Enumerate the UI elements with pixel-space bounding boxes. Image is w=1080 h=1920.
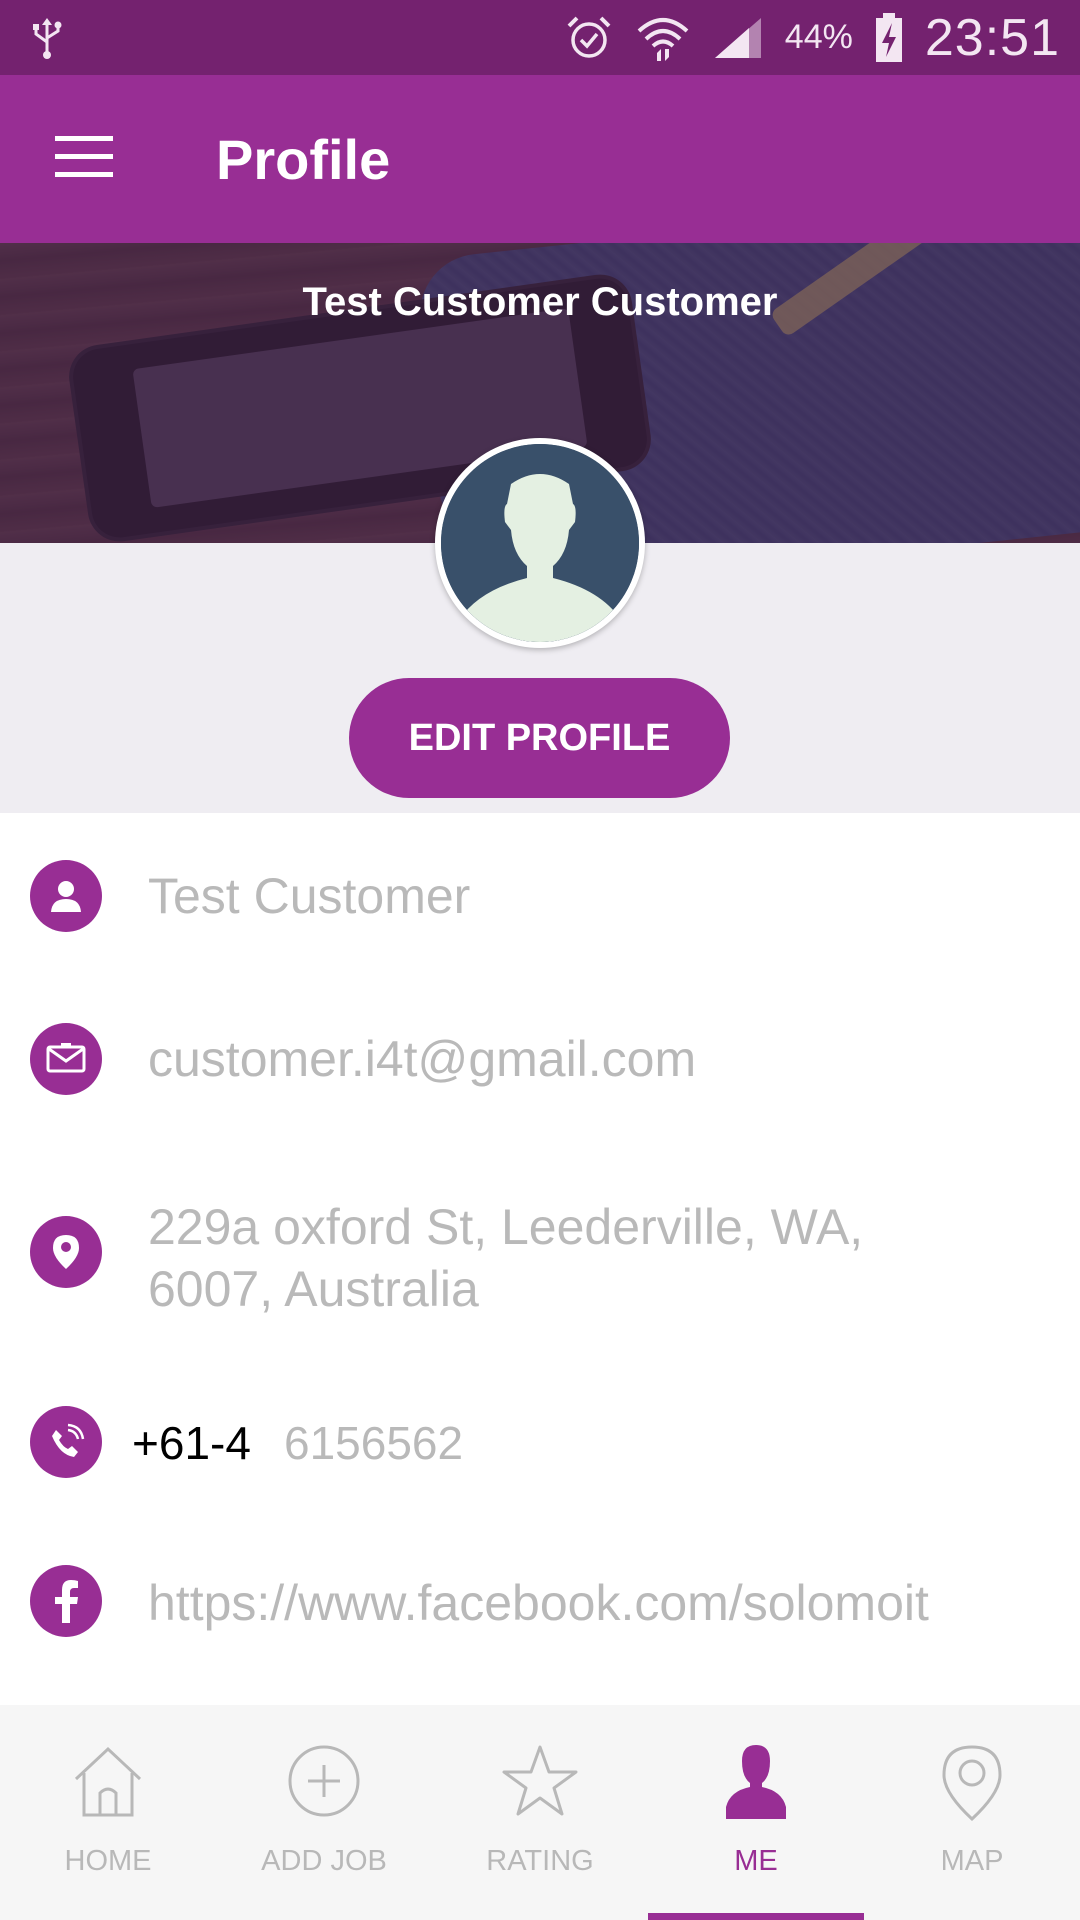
battery-percent: 44% [784,18,853,56]
info-row-name: Test Customer [0,858,1080,934]
info-row-facebook: https://www.facebook.com/solomoit [0,1565,1080,1641]
profile-display-name: Test Customer Customer [302,280,778,324]
status-time: 23:51 [924,8,1060,67]
nav-label-home: HOME [64,1845,152,1877]
location-pin-icon [30,1216,102,1288]
nav-item-home[interactable]: HOME [0,1705,216,1920]
nav-item-add-job[interactable]: ADD JOB [216,1705,432,1920]
phone-field: 6156562 [284,1417,464,1469]
nav-label-map: MAP [940,1845,1004,1877]
edit-profile-button[interactable]: EDIT PROFILE [349,678,730,798]
nav-label-me: ME [734,1845,778,1877]
facebook-field: https://www.facebook.com/solomoit [148,1575,929,1631]
facebook-icon [30,1565,102,1637]
status-bar: 44% 23:51 [0,0,1080,75]
signal-icon [713,16,763,60]
email-field: customer.i4t@gmail.com [148,1031,697,1087]
hamburger-menu-icon [55,135,113,183]
nav-item-rating[interactable]: RATING [432,1705,648,1920]
bottom-navigation: HOME ADD JOB RATING ME MAP [0,1705,1080,1920]
alarm-icon [565,14,613,62]
avatar[interactable] [435,438,645,648]
menu-button[interactable] [0,75,170,243]
page-title: Profile [216,127,391,191]
nav-label-add-job: ADD JOB [261,1845,387,1877]
profile-screen: 44% 23:51 Profile Test Customer Customer… [0,0,1080,1920]
nav-item-me[interactable]: ME [648,1705,864,1920]
usb-icon [30,16,64,60]
email-icon [30,1023,102,1095]
battery-charging-icon [875,12,903,63]
person-icon [30,860,102,932]
phone-prefix: +61-4 [132,1417,251,1469]
wifi-icon [635,13,691,63]
name-field: Test Customer [148,868,471,924]
info-row-email: customer.i4t@gmail.com [0,1021,1080,1097]
address-line-2: 6007, Australia [148,1261,479,1317]
app-bar: Profile [0,75,1080,243]
address-line-1: 229a oxford St, Leederville, WA, [148,1199,864,1255]
info-row-address: 229a oxford St, Leederville, WA, 6007, A… [0,1196,1080,1326]
phone-icon [30,1406,102,1478]
nav-item-map[interactable]: MAP [864,1705,1080,1920]
address-field: 229a oxford St, Leederville, WA, 6007, A… [148,1196,863,1320]
active-tab-indicator [648,1913,864,1920]
nav-label-rating: RATING [486,1845,594,1877]
info-row-phone: +61-4 6156562 [0,1406,1080,1482]
